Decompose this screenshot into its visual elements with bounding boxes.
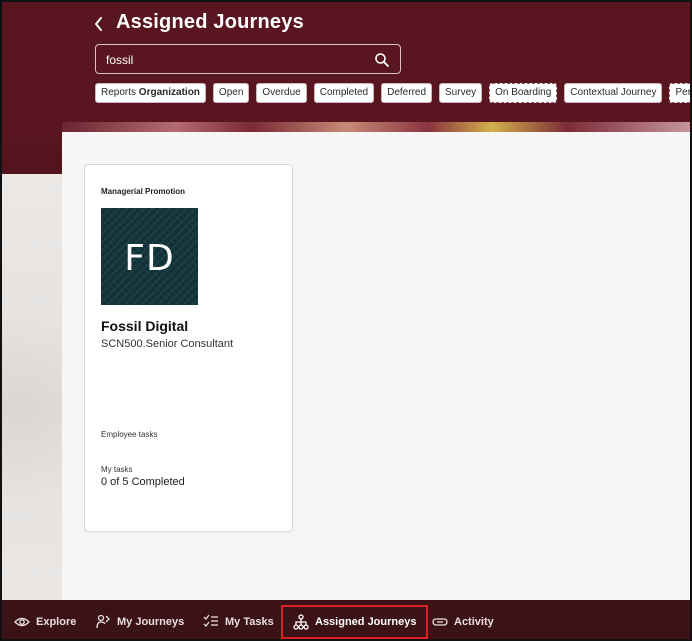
link-icon xyxy=(432,617,448,626)
filter-chip-reports-organization[interactable]: Reports Organization xyxy=(95,83,206,103)
my-tasks-label: My tasks xyxy=(101,465,133,474)
eye-icon xyxy=(14,617,30,626)
person-name: Fossil Digital xyxy=(101,318,189,334)
avatar-initials: FD xyxy=(124,238,175,279)
nav-activity[interactable]: Activity xyxy=(432,600,494,639)
filter-chip-open[interactable]: Open xyxy=(212,83,250,103)
nav-explore[interactable]: Explore xyxy=(14,600,76,639)
bottom-navigation: Explore My Journeys My Tasks Assigned Jo… xyxy=(2,600,690,639)
person-route-icon xyxy=(96,614,110,628)
filter-chip-deferred[interactable]: Deferred xyxy=(381,83,433,103)
employee-tasks-label: Employee tasks xyxy=(101,430,158,439)
search-box[interactable] xyxy=(95,44,401,74)
side-texture xyxy=(2,174,62,600)
search-icon[interactable] xyxy=(374,52,390,68)
filter-chip-completed[interactable]: Completed xyxy=(313,83,375,103)
hierarchy-icon xyxy=(293,614,309,630)
page-title: Assigned Journeys xyxy=(116,11,304,33)
checklist-icon xyxy=(203,614,218,627)
app-window: Assigned Journeys Reports Organization O… xyxy=(0,0,692,641)
nav-my-journeys[interactable]: My Journeys xyxy=(95,600,184,639)
filter-chip-contextual-journey[interactable]: Contextual Journey xyxy=(564,83,663,103)
back-button[interactable] xyxy=(90,13,108,35)
avatar: FD xyxy=(101,208,198,305)
my-tasks-progress: 0 of 5 Completed xyxy=(101,476,185,488)
filter-chip-bar: Reports Organization Open Overdue Comple… xyxy=(95,83,690,103)
journey-card[interactable]: Managerial Promotion FD Fossil Digital S… xyxy=(84,164,293,532)
filter-chip-person[interactable]: Person xyxy=(669,83,690,103)
nav-my-tasks[interactable]: My Tasks xyxy=(203,600,274,639)
filter-chip-survey[interactable]: Survey xyxy=(439,83,483,103)
filter-chip-on-boarding[interactable]: On Boarding xyxy=(489,83,558,103)
journey-type: Managerial Promotion xyxy=(101,187,186,196)
nav-assigned-journeys[interactable]: Assigned Journeys xyxy=(281,605,429,639)
chevron-left-icon xyxy=(95,17,102,31)
filter-chip-overdue[interactable]: Overdue xyxy=(256,83,307,103)
search-input[interactable] xyxy=(106,51,366,69)
person-role: SCN500.Senior Consultant xyxy=(101,338,234,350)
